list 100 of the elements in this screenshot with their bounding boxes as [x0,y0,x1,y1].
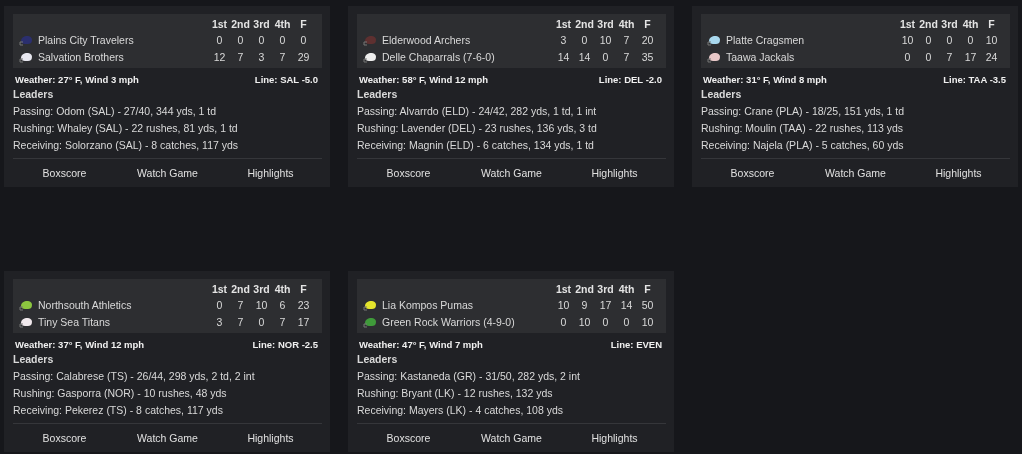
action-button[interactable]: Watch Game [137,430,198,446]
leader-stat: Receiving: Najela (PLA) - 5 catches, 60 yds [701,139,905,151]
score-cell-text: 7 [278,316,287,328]
score-cell-text: 7 [236,299,245,311]
score-cell-text: 10 [254,299,269,311]
score-cell-text: 10 [900,34,915,46]
score-cell-text: 7 [622,51,631,63]
score-cell-text: 0 [622,316,631,328]
period-header: 2nd [230,283,251,295]
leaders-heading: Leaders [701,88,743,100]
leaders-heading: Leaders [13,88,55,100]
betting-line: Line: DEL -2.0 [598,74,662,85]
action-button[interactable]: Boxscore [386,165,431,181]
score-cell-text: 23 [296,299,311,311]
period-header: 2nd [918,18,939,30]
period-header: F [643,18,652,30]
period-header: 2nd [230,18,251,30]
score-cell-text: 0 [278,34,287,46]
action-button[interactable]: Highlights [247,165,294,181]
action-button[interactable]: Watch Game [825,165,886,181]
leader-stat: Rushing: Whaley (SAL) - 22 rushes, 81 yds, 1 td [13,122,239,134]
period-header: F [987,18,996,30]
period-header: 3rd [252,18,271,30]
leader-stat: Receiving: Solorzano (SAL) - 8 catches, 117 yds [13,139,240,151]
score-cell-text: 14 [556,51,571,63]
score-cell-text: 0 [601,316,610,328]
period-header: F [299,18,308,30]
period-header: 3rd [596,283,615,295]
period-header: 4th [617,283,636,295]
action-button[interactable]: Boxscore [386,430,431,446]
score-cell-text: 0 [945,34,954,46]
betting-line: Line: NOR -2.5 [252,339,318,350]
period-header: 4th [273,283,292,295]
period-header: 3rd [940,18,959,30]
action-button[interactable]: Watch Game [481,430,542,446]
leader-stat: Passing: Odom (SAL) - 27/40, 344 yds, 1 td [13,105,218,117]
period-header: 1st [210,18,229,30]
period-header: 1st [898,18,917,30]
leader-stat: Rushing: Lavender (DEL) - 23 rushes, 136 yds, 3 td [357,122,598,134]
betting-line: Line: SAL -5.0 [254,74,318,85]
weather-text: Weather: 58° F, Wind 12 mph [359,74,489,85]
action-button[interactable]: Highlights [591,430,638,446]
score-cell-text: 7 [278,51,287,63]
leader-stat: Passing: Calabrese (TS) - 26/44, 298 yds, 2 td, 2 int [13,370,256,382]
period-header: 2nd [574,283,595,295]
team-name: Tiny Sea Titans [38,316,110,328]
action-button[interactable]: Highlights [935,165,982,181]
period-header: 4th [617,18,636,30]
score-cell-text: 3 [215,316,224,328]
score-cell-text: 0 [257,316,266,328]
score-cell-text: 10 [984,34,999,46]
score-cell-text: 7 [622,34,631,46]
weather-text: Weather: 47° F, Wind 7 mph [359,339,483,350]
team-name: Elderwood Archers [382,34,471,46]
action-button[interactable]: Boxscore [42,165,87,181]
score-cell-text: 0 [559,316,568,328]
leader-stat: Rushing: Bryant (LK) - 12 rushes, 132 yds [357,387,554,399]
action-button[interactable]: Highlights [591,165,638,181]
score-cell-text: 0 [236,34,245,46]
team-name: Lia Kompos Pumas [382,299,474,311]
score-cell-text: 14 [619,299,634,311]
score-cell-text: 0 [966,34,975,46]
score-cell-text: 0 [215,34,224,46]
period-header: 1st [554,283,573,295]
score-cell-text: 50 [640,299,655,311]
score-cell-text: 7 [945,51,954,63]
action-button[interactable]: Boxscore [730,165,775,181]
team-name: Salvation Brothers [38,51,124,63]
leader-stat: Receiving: Magnin (ELD) - 6 catches, 134 yds, 1 td [357,139,595,151]
score-cell-text: 24 [984,51,999,63]
score-cell-text: 10 [577,316,592,328]
action-button[interactable]: Boxscore [42,430,87,446]
team-name: Taawa Jackals [726,51,795,63]
weather-text: Weather: 31° F, Wind 8 mph [703,74,827,85]
score-cell-text: 0 [299,34,308,46]
leader-stat: Rushing: Moulin (TAA) - 22 rushes, 113 yds [701,122,905,134]
score-cell-text: 35 [640,51,655,63]
score-cell-text: 0 [601,51,610,63]
team-name: Platte Cragsmen [726,34,805,46]
leaders-heading: Leaders [357,88,399,100]
score-cell-text: 17 [963,51,978,63]
leader-stat: Receiving: Mayers (LK) - 4 catches, 108 yds [357,404,564,416]
action-button[interactable]: Watch Game [481,165,542,181]
score-cell-text: 0 [924,51,933,63]
period-header: 1st [210,283,229,295]
weather-text: Weather: 37° F, Wind 12 mph [15,339,145,350]
leaders-heading: Leaders [357,353,399,365]
score-cell-text: 20 [640,34,655,46]
period-header: 2nd [574,18,595,30]
score-cell-text: 7 [236,51,245,63]
betting-line: Line: EVEN [610,339,662,350]
weather-text: Weather: 27° F, Wind 3 mph [15,74,139,85]
score-cell-text: 3 [559,34,568,46]
score-cell-text: 0 [903,51,912,63]
team-name: Northsouth Athletics [38,299,132,311]
action-button[interactable]: Highlights [247,430,294,446]
period-header: 3rd [596,18,615,30]
score-cell-text: 10 [556,299,571,311]
action-button[interactable]: Watch Game [137,165,198,181]
score-cell-text: 7 [236,316,245,328]
